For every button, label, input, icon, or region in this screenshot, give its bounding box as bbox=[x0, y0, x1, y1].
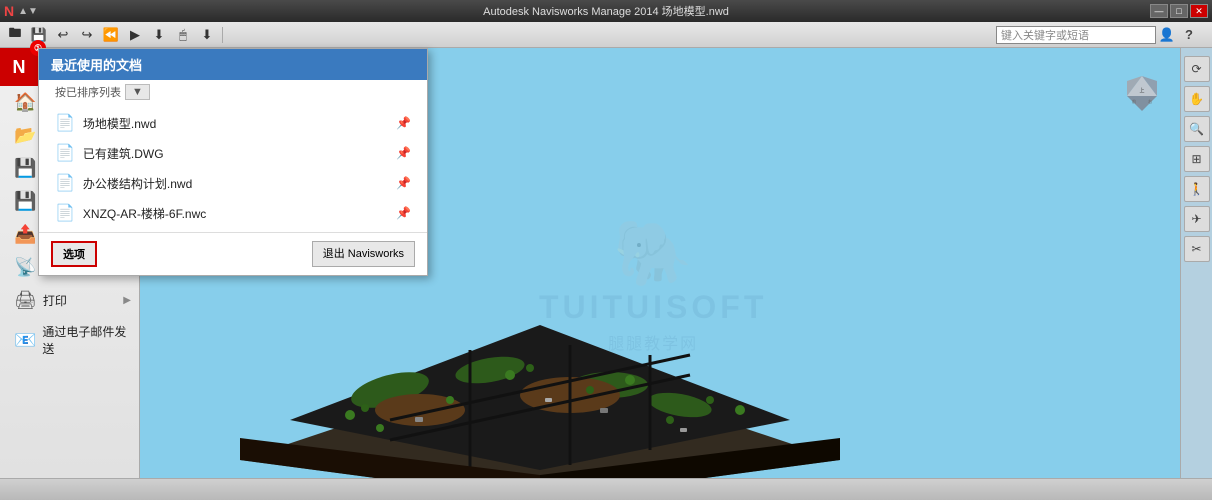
fit-btn[interactable]: ⊞ bbox=[1184, 146, 1210, 172]
pin-icon-4: 📌 bbox=[396, 206, 411, 220]
user-icon[interactable]: 👤 bbox=[1156, 25, 1178, 45]
file-item-2[interactable]: 📄 已有建筑.DWG 📌 bbox=[39, 138, 427, 168]
svg-text:前: 前 bbox=[1132, 98, 1136, 104]
window-title: Autodesk Navisworks Manage 2014 场地模型.nwd bbox=[483, 3, 729, 19]
save-icon: 💾 bbox=[14, 158, 36, 179]
print-icon: 🖨 bbox=[14, 290, 37, 311]
fly-btn[interactable]: ✈ bbox=[1184, 206, 1210, 232]
search-box[interactable]: 键入关键字或短语 bbox=[996, 26, 1156, 44]
qa-refresh-btn[interactable]: ⬇ bbox=[148, 25, 170, 45]
walk-btn[interactable]: 🚶 bbox=[1184, 176, 1210, 202]
qa-back-btn[interactable]: ⏪ bbox=[100, 25, 122, 45]
pin-icon-3: 📌 bbox=[396, 176, 411, 190]
saveas-icon: 💾 bbox=[14, 191, 36, 212]
email-icon: 📧 bbox=[14, 330, 36, 351]
publish-icon: 📡 bbox=[14, 257, 36, 278]
open-icon: 📂 bbox=[14, 125, 36, 146]
sidebar-item-email[interactable]: 📧 通过电子邮件发送 bbox=[0, 317, 139, 363]
file-item-3[interactable]: 📄 办公楼结构计划.nwd 📌 bbox=[39, 168, 427, 198]
title-controls: — □ ✕ bbox=[1150, 4, 1208, 18]
home-icon: 🏠 bbox=[14, 92, 36, 113]
status-bar bbox=[0, 478, 1212, 500]
export-icon: 📤 bbox=[14, 224, 36, 245]
file-item-4[interactable]: 📄 XNZQ-AR-楼梯-6F.nwc 📌 bbox=[39, 198, 427, 228]
sort-label: 按已排序列表 bbox=[55, 84, 121, 100]
file-item-1[interactable]: 📄 场地模型.nwd 📌 bbox=[39, 108, 427, 138]
qa-open-btn[interactable]: 🖿 bbox=[4, 25, 26, 45]
pin-icon-1: 📌 bbox=[396, 116, 411, 130]
orbit-btn[interactable]: ⟳ bbox=[1184, 56, 1210, 82]
minimize-button[interactable]: — bbox=[1150, 4, 1168, 18]
close-button[interactable]: ✕ bbox=[1190, 4, 1208, 18]
nav-cube-svg: 上 前 右 bbox=[1112, 56, 1172, 116]
right-controls-panel: ⟳ ✋ 🔍 ⊞ 🚶 ✈ ✂ bbox=[1180, 48, 1212, 500]
svg-text:上: 上 bbox=[1139, 87, 1144, 94]
sidebar-print-label: 打印 bbox=[43, 292, 67, 309]
app-logo: N bbox=[13, 57, 26, 78]
title-bar-left: N ▲▼ bbox=[4, 3, 38, 19]
qa-separator bbox=[222, 27, 223, 43]
file-name-4: XNZQ-AR-楼梯-6F.nwc bbox=[83, 205, 206, 222]
file-icon-1: 📄 bbox=[55, 113, 75, 133]
file-name-2: 已有建筑.DWG bbox=[83, 145, 164, 162]
qa-dropdown-btn[interactable]: ⬇ bbox=[196, 25, 218, 45]
maximize-button[interactable]: □ bbox=[1170, 4, 1188, 18]
sort-button[interactable]: ▼ bbox=[125, 84, 150, 100]
options-button[interactable]: 选项 bbox=[51, 241, 97, 267]
pan-btn[interactable]: ✋ bbox=[1184, 86, 1210, 112]
svg-text:右: 右 bbox=[1148, 98, 1152, 104]
qa-undo-btn[interactable]: ↩ bbox=[52, 25, 74, 45]
file-name-1: 场地模型.nwd bbox=[83, 115, 156, 132]
qa-cursor-btn[interactable]: 🖱 bbox=[172, 25, 194, 45]
app-icon: N bbox=[4, 3, 14, 19]
dropdown-header: 最近使用的文档 bbox=[39, 49, 427, 80]
help-button[interactable]: ? bbox=[1178, 25, 1200, 45]
pin-icon-2: 📌 bbox=[396, 146, 411, 160]
app-menu-button[interactable]: N ① bbox=[0, 48, 38, 86]
qa-redo-btn[interactable]: ↪ bbox=[76, 25, 98, 45]
sidebar-item-print[interactable]: 🖨 打印 ▶ bbox=[0, 284, 139, 317]
recent-files-list: 📄 场地模型.nwd 📌 📄 已有建筑.DWG 📌 📄 办公楼结构计划.nwd … bbox=[39, 104, 427, 232]
recent-files-dropdown: 最近使用的文档 按已排序列表 ▼ 📄 场地模型.nwd 📌 📄 已有建筑.DWG… bbox=[38, 48, 428, 276]
file-icon-2: 📄 bbox=[55, 143, 75, 163]
zoom-btn[interactable]: 🔍 bbox=[1184, 116, 1210, 142]
file-icon-3: 📄 bbox=[55, 173, 75, 193]
file-icon-4: 📄 bbox=[55, 203, 75, 223]
print-arrow: ▶ bbox=[123, 295, 131, 306]
section-btn[interactable]: ✂ bbox=[1184, 236, 1210, 262]
nav-buttons: ▲▼ bbox=[18, 6, 38, 17]
dropdown-sort: 按已排序列表 ▼ bbox=[39, 80, 427, 104]
sidebar-email-label: 通过电子邮件发送 bbox=[42, 323, 131, 357]
qa-play-btn[interactable]: ▶ bbox=[124, 25, 146, 45]
search-placeholder: 键入关键字或短语 bbox=[1001, 27, 1089, 43]
quick-access-toolbar: 🖿 💾 ↩ ↪ ⏪ ▶ ⬇ 🖱 ⬇ 键入关键字或短语 👤 ? bbox=[0, 22, 1212, 48]
title-bar: N ▲▼ Autodesk Navisworks Manage 2014 场地模… bbox=[0, 0, 1212, 22]
dropdown-footer: 选项 退出 Navisworks bbox=[39, 232, 427, 275]
file-name-3: 办公楼结构计划.nwd bbox=[83, 175, 192, 192]
nav-cube[interactable]: 上 前 右 bbox=[1112, 56, 1172, 116]
exit-navisworks-button[interactable]: 退出 Navisworks bbox=[312, 241, 415, 267]
